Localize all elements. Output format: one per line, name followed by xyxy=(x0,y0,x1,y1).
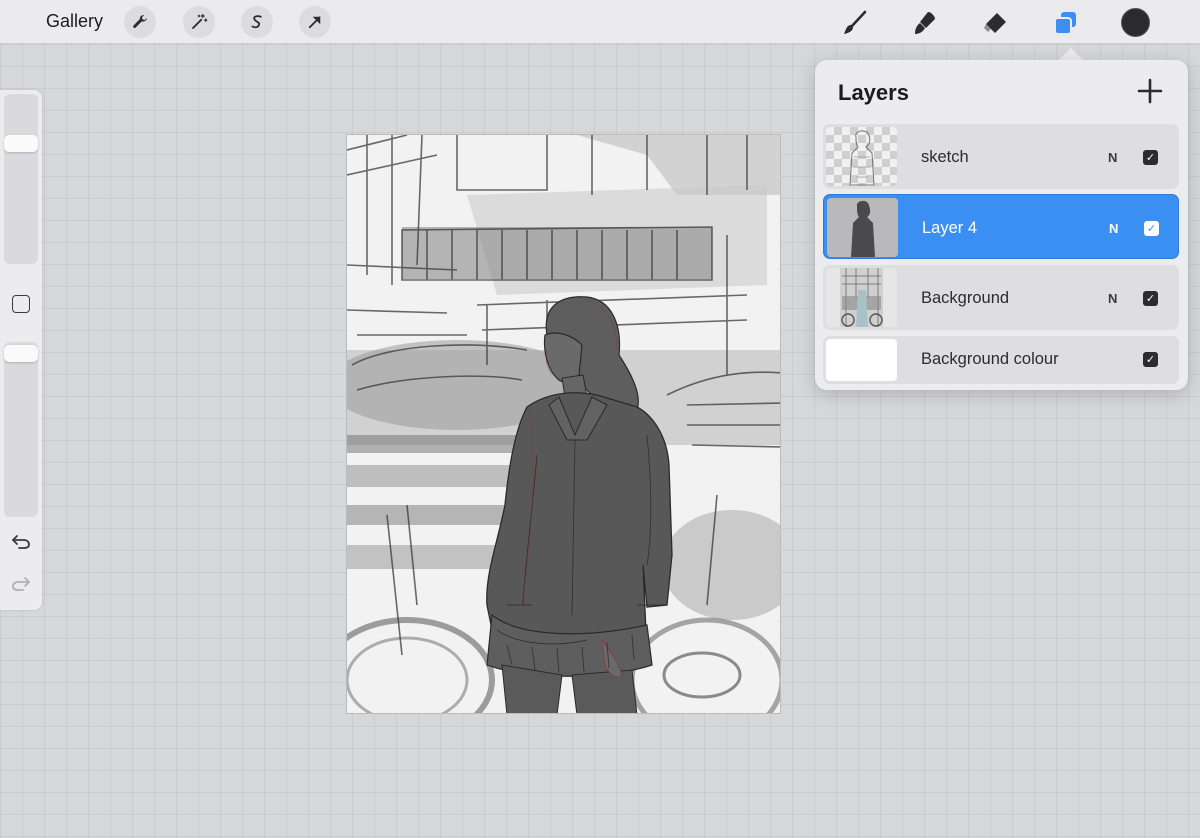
visibility-checkbox[interactable]: ✓ xyxy=(1143,150,1158,165)
layers-icon xyxy=(1054,12,1076,35)
blend-mode-button[interactable]: N xyxy=(1109,221,1118,236)
visibility-checkbox[interactable]: ✓ xyxy=(1144,221,1159,236)
drawing-canvas[interactable] xyxy=(346,134,781,714)
layer-row-background-colour[interactable]: Background colour ✓ xyxy=(823,336,1179,384)
layer-thumbnail xyxy=(826,339,897,381)
layer-thumbnail xyxy=(827,198,898,257)
modify-button[interactable] xyxy=(12,295,30,313)
blend-mode-button[interactable]: N xyxy=(1108,150,1117,165)
magic-wand-icon xyxy=(192,13,208,29)
add-layer-icon[interactable] xyxy=(1135,76,1165,106)
smudge-button[interactable] xyxy=(908,6,942,40)
layers-panel: Layers sketch N ✓ Layer 4 N ✓ Background… xyxy=(815,60,1188,390)
layer-row-sketch[interactable]: sketch N ✓ xyxy=(823,124,1179,189)
layer-name: sketch xyxy=(921,148,969,166)
opacity-handle[interactable] xyxy=(4,345,38,363)
transform-arrow-icon xyxy=(308,16,321,29)
transform-button[interactable] xyxy=(299,6,331,38)
top-toolbar: Gallery xyxy=(0,0,1200,44)
brush-size-handle[interactable] xyxy=(4,135,38,153)
layer-name: Layer 4 xyxy=(922,219,978,237)
layers-button[interactable] xyxy=(1048,6,1082,40)
layer-row-layer-4[interactable]: Layer 4 N ✓ xyxy=(823,194,1179,259)
layer-thumbnail xyxy=(826,268,897,327)
eraser-icon xyxy=(984,13,1006,33)
opacity-slider[interactable] xyxy=(4,342,38,517)
adjustments-button[interactable] xyxy=(183,6,215,38)
wrench-icon xyxy=(133,15,147,28)
redo-icon[interactable] xyxy=(10,572,32,594)
layer-thumbnail xyxy=(826,127,897,186)
brush-icon xyxy=(844,10,867,34)
sketch-artwork xyxy=(347,135,780,713)
gallery-button[interactable]: Gallery xyxy=(46,11,103,32)
undo-icon[interactable] xyxy=(10,530,32,552)
layer-row-background[interactable]: Background N ✓ xyxy=(823,265,1179,330)
selection-s-icon xyxy=(251,15,262,29)
visibility-checkbox[interactable]: ✓ xyxy=(1143,291,1158,306)
selection-button[interactable] xyxy=(241,6,273,38)
color-picker-button[interactable] xyxy=(1121,8,1150,37)
layers-title: Layers xyxy=(838,80,909,105)
eraser-button[interactable] xyxy=(978,6,1012,40)
brush-size-slider[interactable] xyxy=(4,94,38,264)
layer-name: Background colour xyxy=(921,350,1059,368)
smudge-icon xyxy=(915,12,935,34)
layer-name: Background xyxy=(921,289,1010,307)
left-sidebar xyxy=(0,90,42,610)
actions-button[interactable] xyxy=(124,6,156,38)
blend-mode-button[interactable]: N xyxy=(1108,291,1117,306)
visibility-checkbox[interactable]: ✓ xyxy=(1143,352,1158,367)
brush-button[interactable] xyxy=(838,6,872,40)
